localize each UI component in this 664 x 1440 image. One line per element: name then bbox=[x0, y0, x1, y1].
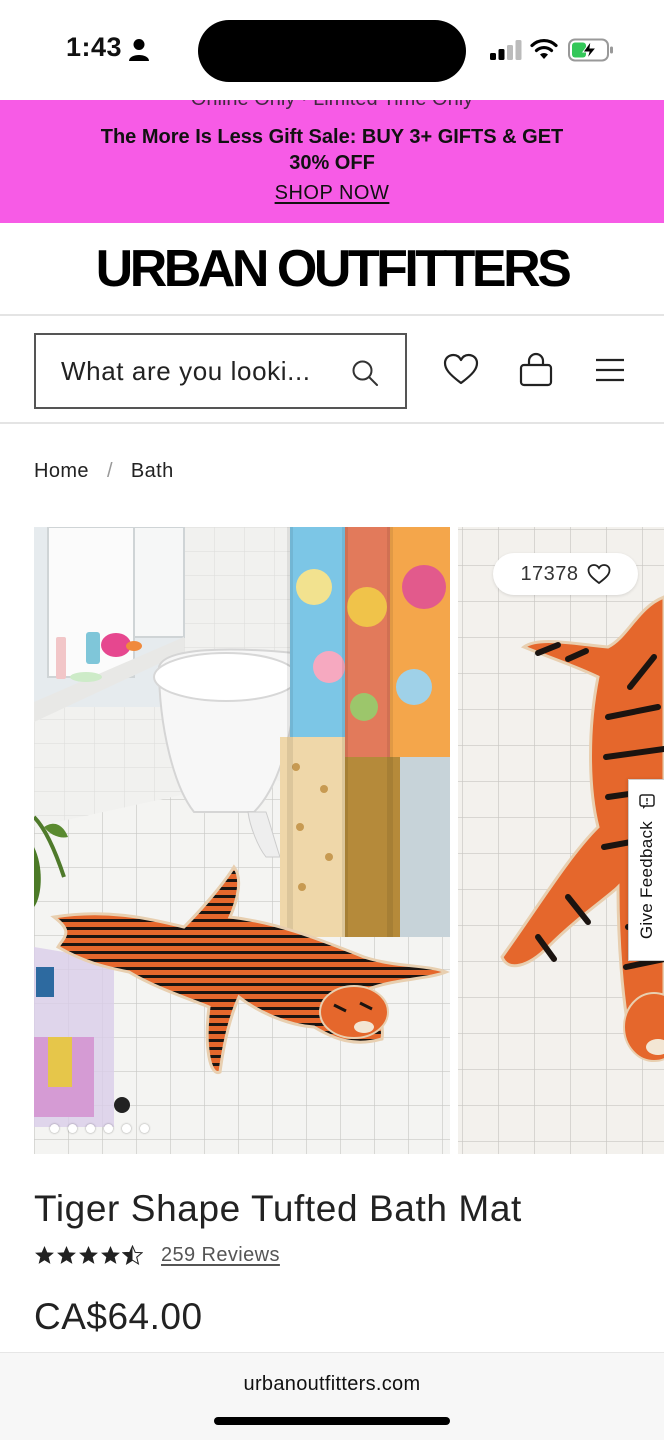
breadcrumb-home[interactable]: Home bbox=[34, 460, 89, 483]
menu-icon[interactable] bbox=[592, 352, 628, 388]
bathroom-photo bbox=[34, 527, 450, 1154]
star-rating bbox=[34, 1245, 143, 1266]
logo-text: URBAN OUTFITTERS bbox=[95, 240, 572, 298]
reviews-link[interactable]: 259 Reviews bbox=[161, 1244, 280, 1267]
person-icon bbox=[129, 39, 149, 61]
breadcrumb-separator: / bbox=[106, 460, 113, 482]
status-bar: 1:43 bbox=[0, 0, 664, 100]
star-full-icon bbox=[35, 1246, 54, 1264]
chat-bubble-icon bbox=[639, 794, 655, 809]
carousel-dots bbox=[50, 1124, 149, 1133]
search-divider bbox=[0, 422, 664, 424]
dynamic-island bbox=[198, 20, 466, 82]
product-image-main[interactable] bbox=[34, 527, 450, 1154]
product-title: Tiger Shape Tufted Bath Mat bbox=[34, 1188, 522, 1229]
star-full-icon bbox=[57, 1246, 76, 1264]
breadcrumb: Home / Bath bbox=[34, 460, 174, 483]
search-input[interactable] bbox=[61, 355, 331, 387]
browser-url[interactable]: urbanoutfitters.com bbox=[0, 1373, 664, 1396]
home-indicator[interactable] bbox=[214, 1417, 450, 1425]
wishlist-button[interactable]: 17378 bbox=[493, 553, 638, 595]
wishlist-count: 17378 bbox=[520, 562, 579, 585]
promo-banner: Online Only · Limited Time Only The More… bbox=[0, 100, 664, 223]
carousel-dot[interactable] bbox=[140, 1124, 149, 1133]
promo-previous-text: Online Only · Limited Time Only bbox=[0, 100, 664, 111]
search-box[interactable] bbox=[34, 333, 407, 409]
signal-icon bbox=[490, 40, 522, 60]
star-half-icon bbox=[122, 1245, 143, 1266]
give-feedback-tab[interactable]: Give Feedback bbox=[628, 779, 664, 961]
heart-icon[interactable] bbox=[443, 352, 479, 388]
star-full-icon bbox=[79, 1246, 98, 1264]
status-time: 1:43 bbox=[66, 32, 123, 62]
carousel-dot[interactable] bbox=[122, 1124, 131, 1133]
battery-charging-icon bbox=[568, 38, 613, 62]
shop-now-link-wrap: SHOP NOW bbox=[0, 182, 664, 205]
browser-address-bar: urbanoutfitters.com bbox=[0, 1352, 664, 1440]
header-divider bbox=[0, 314, 664, 316]
shop-now-link[interactable]: SHOP NOW bbox=[275, 182, 390, 204]
product-price: CA$64.00 bbox=[34, 1296, 203, 1337]
star-full-icon bbox=[101, 1246, 120, 1264]
wifi-icon bbox=[530, 38, 558, 59]
carousel-dot[interactable] bbox=[50, 1124, 59, 1133]
carousel-dot[interactable] bbox=[68, 1124, 77, 1133]
carousel-dot[interactable] bbox=[86, 1124, 95, 1133]
give-feedback-label: Give Feedback bbox=[636, 820, 656, 940]
heart-outline-icon bbox=[587, 564, 610, 585]
search-icon[interactable] bbox=[351, 359, 379, 387]
promo-text: The More Is Less Gift Sale: BUY 3+ GIFTS… bbox=[100, 126, 564, 174]
carousel-dot[interactable] bbox=[104, 1124, 113, 1133]
breadcrumb-bath[interactable]: Bath bbox=[131, 460, 174, 483]
site-logo[interactable]: URBAN OUTFITTERS bbox=[0, 223, 664, 315]
shopping-bag-icon[interactable] bbox=[518, 352, 554, 388]
product-rating: 259 Reviews bbox=[34, 1244, 280, 1267]
